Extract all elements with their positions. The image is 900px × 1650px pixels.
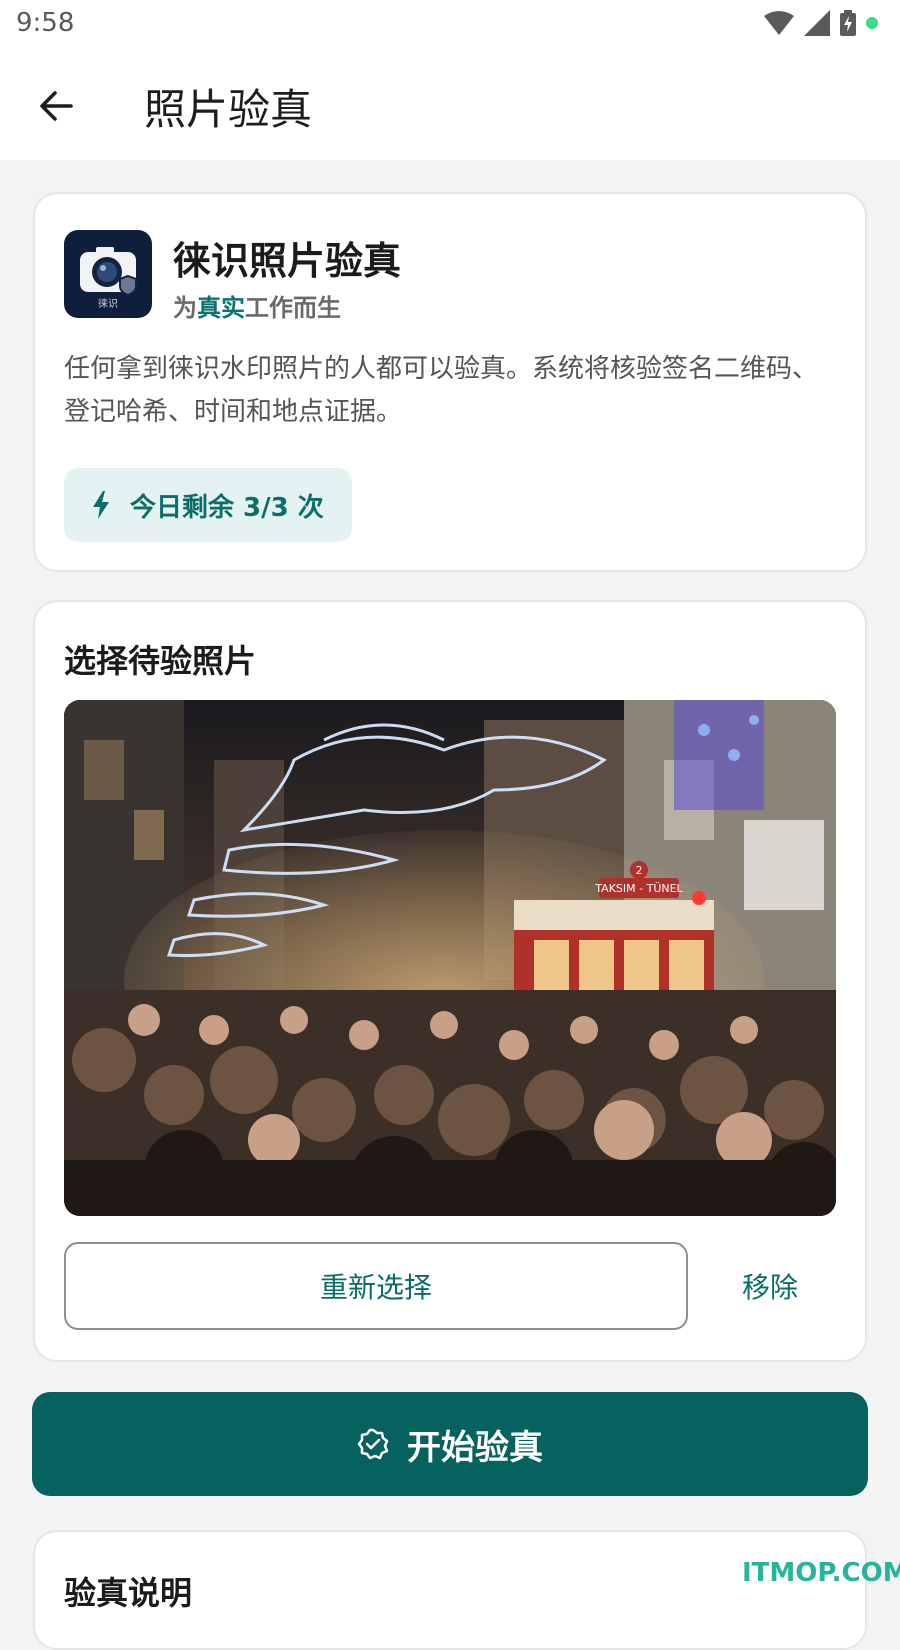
select-photo-card: 选择待验照片 TAKSIM - TÜNEL 2 重新选择 移除	[33, 600, 867, 1362]
quota-text: 今日剩余 3/3 次	[130, 492, 324, 523]
tram-sign-number: 2	[636, 864, 643, 877]
notification-dot	[866, 17, 878, 29]
photo-scene: TAKSIM - TÜNEL 2	[64, 700, 836, 1216]
battery-icon	[840, 10, 856, 36]
remove-button[interactable]: 移除	[705, 1242, 835, 1330]
page-title: 照片验真	[144, 85, 313, 134]
app-icon-label: 徕识	[98, 299, 118, 310]
tagline-prefix: 为	[173, 294, 197, 322]
selected-photo: TAKSIM - TÜNEL 2	[64, 700, 836, 1216]
back-arrow-icon	[40, 91, 73, 121]
status-bar: 9:58	[0, 0, 900, 50]
tagline-highlight: 真实	[197, 294, 245, 322]
reselect-button[interactable]: 重新选择	[64, 1242, 688, 1330]
site-watermark: ITMOP.COM	[742, 1558, 900, 1588]
app-icon: 徕识	[64, 230, 152, 318]
wifi-icon	[764, 11, 794, 35]
back-button[interactable]	[30, 80, 82, 132]
section-title: 选择待验照片	[64, 642, 257, 680]
start-verify-button[interactable]: 开始验真	[32, 1392, 868, 1496]
tram-sign-route: TAKSIM - TÜNEL	[594, 882, 683, 895]
app-name: 徕识照片验真	[173, 239, 402, 283]
app-bar: 照片验真	[0, 50, 900, 160]
badge-check-icon	[357, 1428, 389, 1460]
start-verify-label: 开始验真	[407, 1427, 543, 1468]
app-description: 任何拿到徕识水印照片的人都可以验真。系统将核验签名二维码、登记哈希、时间和地点证…	[64, 354, 819, 427]
lightning-icon	[93, 491, 109, 519]
tagline-suffix: 工作而生	[245, 294, 341, 322]
signal-icon	[804, 10, 830, 36]
status-time: 9:58	[16, 8, 75, 38]
intro-card: 徕识 徕识照片验真 为真实工作而生 任何拿到徕识水印照片的人都可以验真。系统将核…	[33, 192, 867, 572]
info-card: 验真说明	[33, 1530, 867, 1650]
quota-badge: 今日剩余 3/3 次	[64, 468, 352, 542]
tagline: 为真实工作而生	[173, 288, 341, 323]
info-card-title: 验真说明	[64, 1574, 193, 1612]
status-icons	[764, 10, 878, 36]
